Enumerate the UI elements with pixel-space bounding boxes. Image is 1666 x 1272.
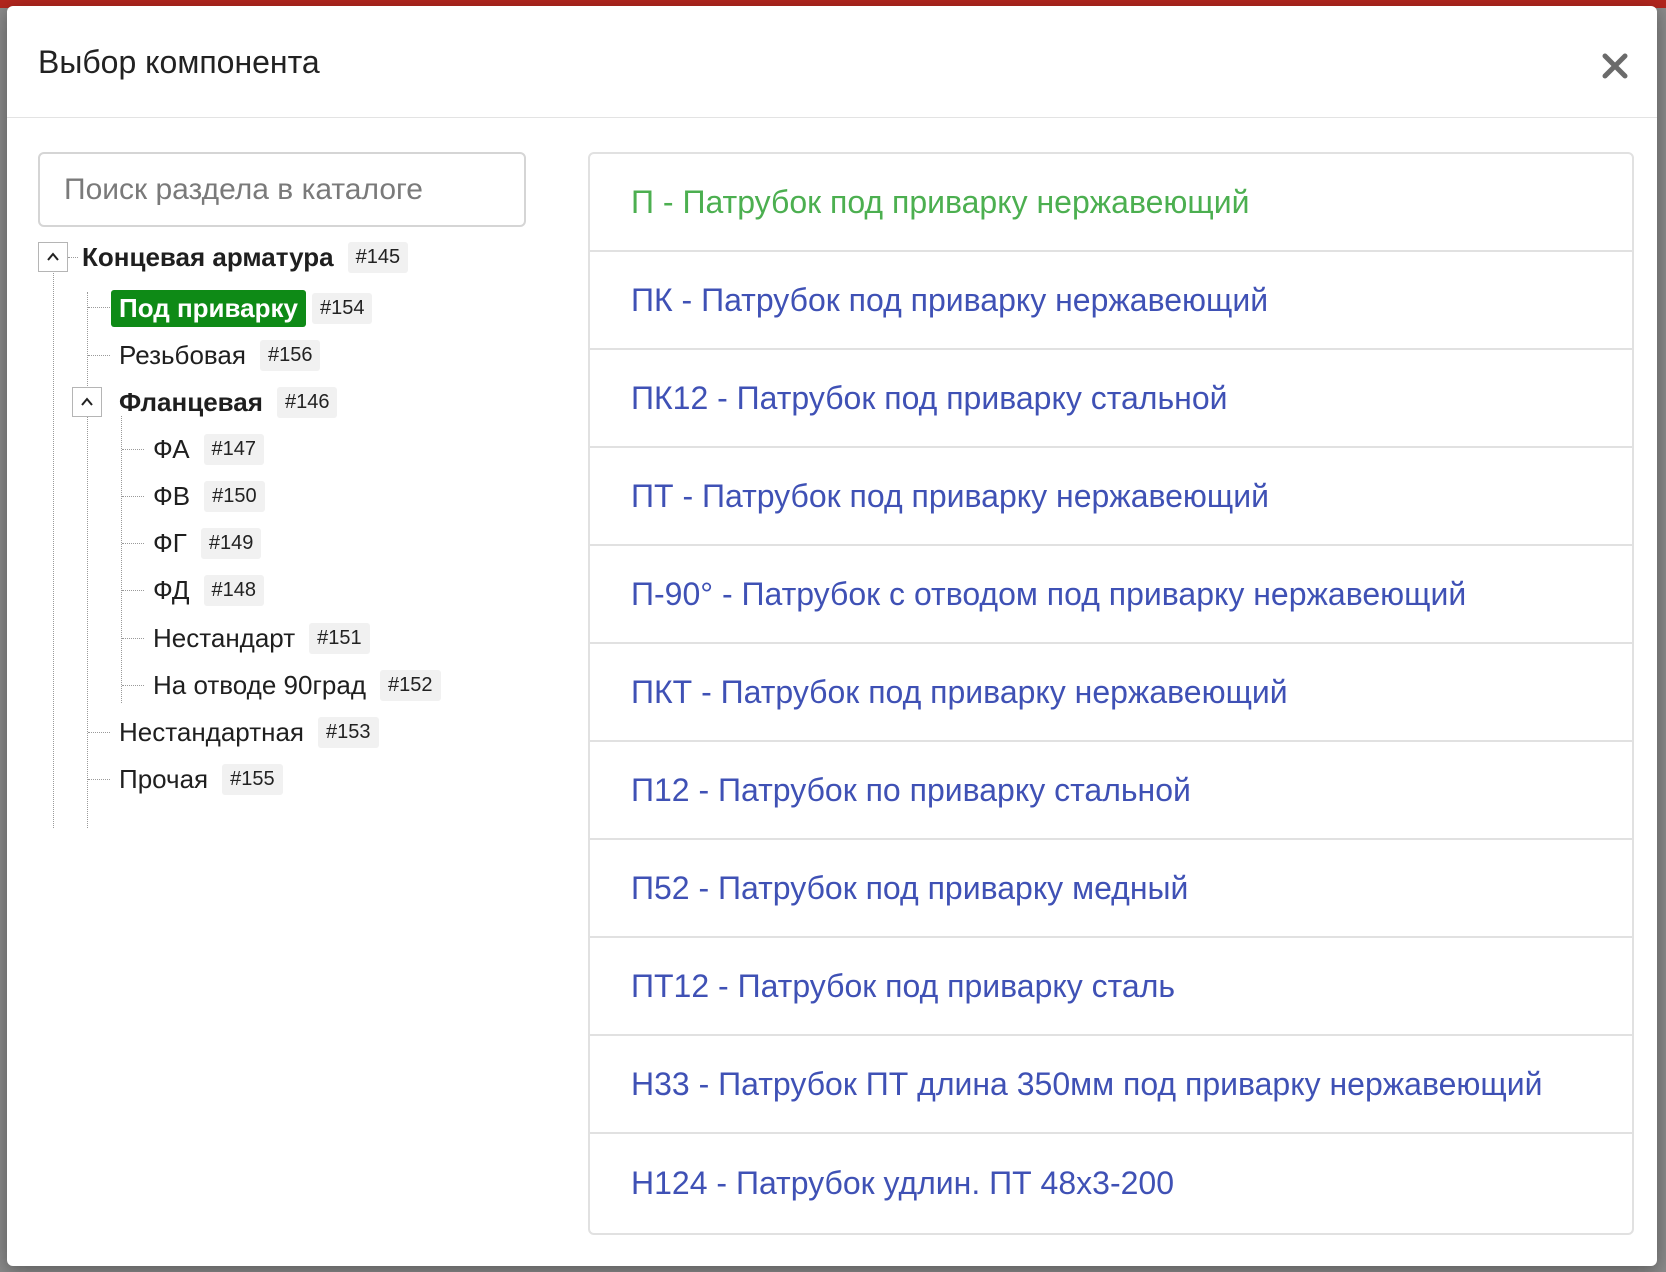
tree-node-id: #147 [203, 434, 265, 465]
tree-node-prochaya[interactable]: Прочая #155 [111, 762, 283, 797]
tree-node-label: Под приварку [111, 290, 306, 327]
tree-node-label: ФВ [153, 481, 191, 511]
tree-node-label: ФА [153, 434, 190, 464]
component-picker-modal: Выбор компонента Концевая арматура #145 [7, 6, 1657, 1266]
tree-node-id: #145 [347, 242, 409, 273]
component-item[interactable]: Н124 - Патрубок удлин. ПТ 48х3-200 [590, 1134, 1632, 1232]
close-button[interactable] [1595, 46, 1635, 86]
tree-node-nestandart[interactable]: Нестандарт #151 [145, 621, 370, 656]
modal-title: Выбор компонента [38, 44, 320, 80]
chevron-up-icon [81, 397, 93, 406]
tree-node-id: #153 [318, 717, 379, 748]
tree-node-label: ФГ [153, 528, 187, 558]
component-item[interactable]: П - Патрубок под приварку нержавеющий [590, 154, 1632, 252]
component-item[interactable]: ПТ12 - Патрубок под приварку сталь [590, 938, 1632, 1036]
tree-node-id: #152 [380, 670, 441, 701]
tree-node-fv[interactable]: ФВ #150 [145, 479, 265, 514]
tree-connector [88, 779, 110, 780]
tree-connector [88, 307, 110, 308]
tree-node-id: #148 [203, 575, 265, 606]
tree-connector [122, 496, 144, 497]
tree-connector [88, 732, 110, 733]
tree-connector [53, 273, 54, 828]
tree-node-label: Нестандарт [153, 623, 296, 653]
tree-connector [122, 543, 144, 544]
tree-node-label: На отводе 90град [153, 670, 367, 700]
component-item[interactable]: П52 - Патрубок под приварку медный [590, 840, 1632, 938]
collapse-toggle-flantsevaya[interactable] [72, 387, 102, 417]
component-item[interactable]: ПК12 - Патрубок под приварку стальной [590, 350, 1632, 448]
tree-node-flantsevaya[interactable]: Фланцевая #146 [111, 385, 338, 420]
tree-node-nestandartnaya[interactable]: Нестандартная #153 [111, 715, 379, 750]
tree-node-id: #156 [259, 340, 321, 371]
tree-node-root[interactable]: Концевая арматура #145 [74, 240, 409, 275]
close-icon [1602, 53, 1628, 79]
tree-node-label: Фланцевая [119, 387, 263, 417]
tree-node-label: ФД [153, 575, 190, 605]
component-item[interactable]: ПКТ - Патрубок под приварку нержавеющий [590, 644, 1632, 742]
tree-node-id: #151 [309, 623, 370, 654]
tree-connector [88, 355, 110, 356]
tree-node-pod-privarku[interactable]: Под приварку #154 [111, 290, 373, 327]
tree-node-rezbovaya[interactable]: Резьбовая #156 [111, 338, 321, 373]
tree-connector [122, 449, 144, 450]
tree-node-id: #149 [200, 528, 262, 559]
tree-node-id: #155 [222, 764, 283, 795]
catalog-tree: Концевая арматура #145 Под приварку #154… [38, 242, 528, 862]
component-list: П - Патрубок под приварку нержавеющий ПК… [588, 152, 1634, 1235]
tree-connector [87, 292, 88, 828]
component-item[interactable]: П12 - Патрубок по приварку стальной [590, 742, 1632, 840]
tree-node-fg[interactable]: ФГ #149 [145, 526, 262, 561]
tree-connector [121, 416, 122, 703]
tree-node-id: #154 [311, 293, 373, 324]
modal-header: Выбор компонента [7, 6, 1657, 118]
component-item[interactable]: ПТ - Патрубок под приварку нержавеющий [590, 448, 1632, 546]
chevron-up-icon [47, 252, 59, 261]
tree-node-fa[interactable]: ФА #147 [145, 432, 265, 467]
component-item[interactable]: ПК - Патрубок под приварку нержавеющий [590, 252, 1632, 350]
collapse-toggle-root[interactable] [38, 242, 68, 272]
tree-node-fd[interactable]: ФД #148 [145, 573, 265, 608]
tree-connector [122, 638, 144, 639]
catalog-tree-pane: Концевая арматура #145 Под приварку #154… [38, 152, 528, 862]
component-item[interactable]: Н33 - Патрубок ПТ длина 350мм под привар… [590, 1036, 1632, 1134]
component-item[interactable]: П-90° - Патрубок с отводом под приварку … [590, 546, 1632, 644]
tree-connector [122, 685, 144, 686]
tree-node-label: Резьбовая [119, 340, 246, 370]
tree-node-na-otvode[interactable]: На отводе 90град #152 [145, 668, 441, 703]
catalog-search-input[interactable] [38, 152, 526, 227]
tree-connector [122, 590, 144, 591]
tree-node-label: Нестандартная [119, 717, 304, 747]
tree-node-id: #150 [204, 481, 265, 512]
tree-node-label: Прочая [119, 764, 209, 794]
tree-node-id: #146 [276, 387, 338, 418]
tree-node-label: Концевая арматура [82, 242, 334, 272]
